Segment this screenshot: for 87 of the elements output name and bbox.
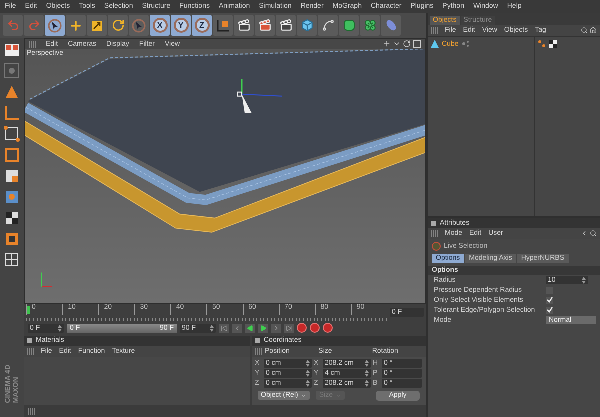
- spinner-icon: [365, 370, 369, 377]
- grid-icon[interactable]: [3, 251, 21, 269]
- spinner-icon: [306, 360, 310, 367]
- search-icon[interactable]: [581, 27, 588, 34]
- undo-icon: [6, 19, 20, 32]
- clapperboard-icon: [238, 19, 250, 32]
- skip-back-icon: [220, 324, 228, 332]
- grip-icon: [28, 408, 35, 415]
- checkbox[interactable]: [546, 306, 553, 314]
- next-frame-button[interactable]: [271, 324, 281, 332]
- grip-icon: [29, 40, 36, 48]
- spinner-icon: [582, 276, 586, 284]
- toolbar-button[interactable]: [87, 15, 107, 36]
- skip-forward-icon: [286, 324, 292, 332]
- capsule-icon: [384, 19, 398, 32]
- last-frame-button[interactable]: [284, 324, 294, 332]
- toolbar-button[interactable]: [276, 15, 296, 36]
- record-button[interactable]: [297, 323, 307, 333]
- spinner-icon: [58, 324, 62, 332]
- tag-icon: [538, 40, 546, 48]
- toolbar-button[interactable]: [318, 15, 338, 36]
- axis-gizmo-icon: [238, 79, 282, 114]
- polygons-icon[interactable]: [3, 167, 21, 185]
- toolbar-button[interactable]: Y: [171, 15, 191, 36]
- move-view-icon[interactable]: [383, 40, 391, 48]
- step-back-icon: [234, 324, 240, 332]
- spinner-icon: [210, 324, 214, 332]
- toolbar-button[interactable]: [66, 15, 86, 36]
- axes-icon: [216, 18, 230, 32]
- edges-icon[interactable]: [3, 146, 21, 164]
- previous-frame-button[interactable]: [232, 324, 242, 332]
- scale-icon: [91, 20, 103, 32]
- toolbar-button[interactable]: [45, 15, 65, 36]
- checker-icon[interactable]: [3, 209, 21, 227]
- checker-tag-icon: [549, 40, 557, 48]
- clapperboard-icon: [258, 19, 272, 32]
- rotate-icon: [112, 19, 124, 32]
- toolbar-button[interactable]: [213, 15, 233, 36]
- points-icon[interactable]: [3, 125, 21, 143]
- play-backward-icon: [246, 324, 254, 332]
- cone-object-icon: [431, 40, 439, 48]
- grip-icon: [431, 230, 438, 237]
- rounded-cube-icon: [342, 19, 356, 32]
- home-icon[interactable]: [590, 27, 597, 34]
- clapperboard-icon: [280, 19, 292, 32]
- caret-icon: [336, 392, 342, 399]
- cube-icon: [300, 19, 314, 32]
- grip-icon: [27, 348, 34, 355]
- toolbar-button[interactable]: [297, 15, 317, 36]
- panel-icon: [255, 338, 260, 344]
- play-button[interactable]: [258, 324, 268, 332]
- first-frame-button[interactable]: [219, 324, 229, 332]
- spinner-icon: [306, 380, 310, 387]
- back-icon[interactable]: [581, 230, 588, 237]
- play-backward-button[interactable]: [245, 324, 255, 332]
- move-icon: [69, 18, 83, 32]
- snap-icon[interactable]: [3, 230, 21, 248]
- checkbox[interactable]: [546, 296, 553, 304]
- toolbar-button[interactable]: [129, 15, 149, 36]
- autokey-button[interactable]: [310, 323, 320, 333]
- keyframe-selection-button[interactable]: [323, 323, 333, 333]
- panel-icon: [431, 220, 436, 226]
- search-icon[interactable]: [590, 230, 597, 237]
- flower-icon: [364, 19, 376, 32]
- toolbar-button[interactable]: Z: [192, 15, 212, 36]
- toolbar-button[interactable]: [108, 15, 128, 36]
- spline-icon: [322, 19, 334, 32]
- grip-icon: [431, 27, 438, 34]
- redo-icon: [28, 19, 40, 32]
- panel-icon: [27, 338, 32, 344]
- toolbar-button[interactable]: [255, 15, 275, 36]
- spinner-icon: [306, 370, 310, 377]
- spinner-icon: [365, 380, 369, 387]
- axis-corner-icon[interactable]: [3, 104, 21, 122]
- maximize-icon[interactable]: [413, 40, 421, 48]
- uv-icon[interactable]: [3, 188, 21, 206]
- world-axis-icon: [42, 272, 52, 288]
- toolbar-button[interactable]: X: [150, 15, 170, 36]
- play-icon: [260, 324, 266, 332]
- layout-icon[interactable]: [3, 41, 21, 59]
- step-forward-icon: [272, 324, 280, 332]
- visibility-dots-icon: [462, 40, 470, 48]
- caret-icon: [301, 392, 308, 399]
- spinner-icon: [365, 360, 369, 367]
- grip-icon: [255, 348, 262, 355]
- rotate-view-icon[interactable]: [403, 40, 411, 48]
- toolbar-button[interactable]: [234, 15, 254, 36]
